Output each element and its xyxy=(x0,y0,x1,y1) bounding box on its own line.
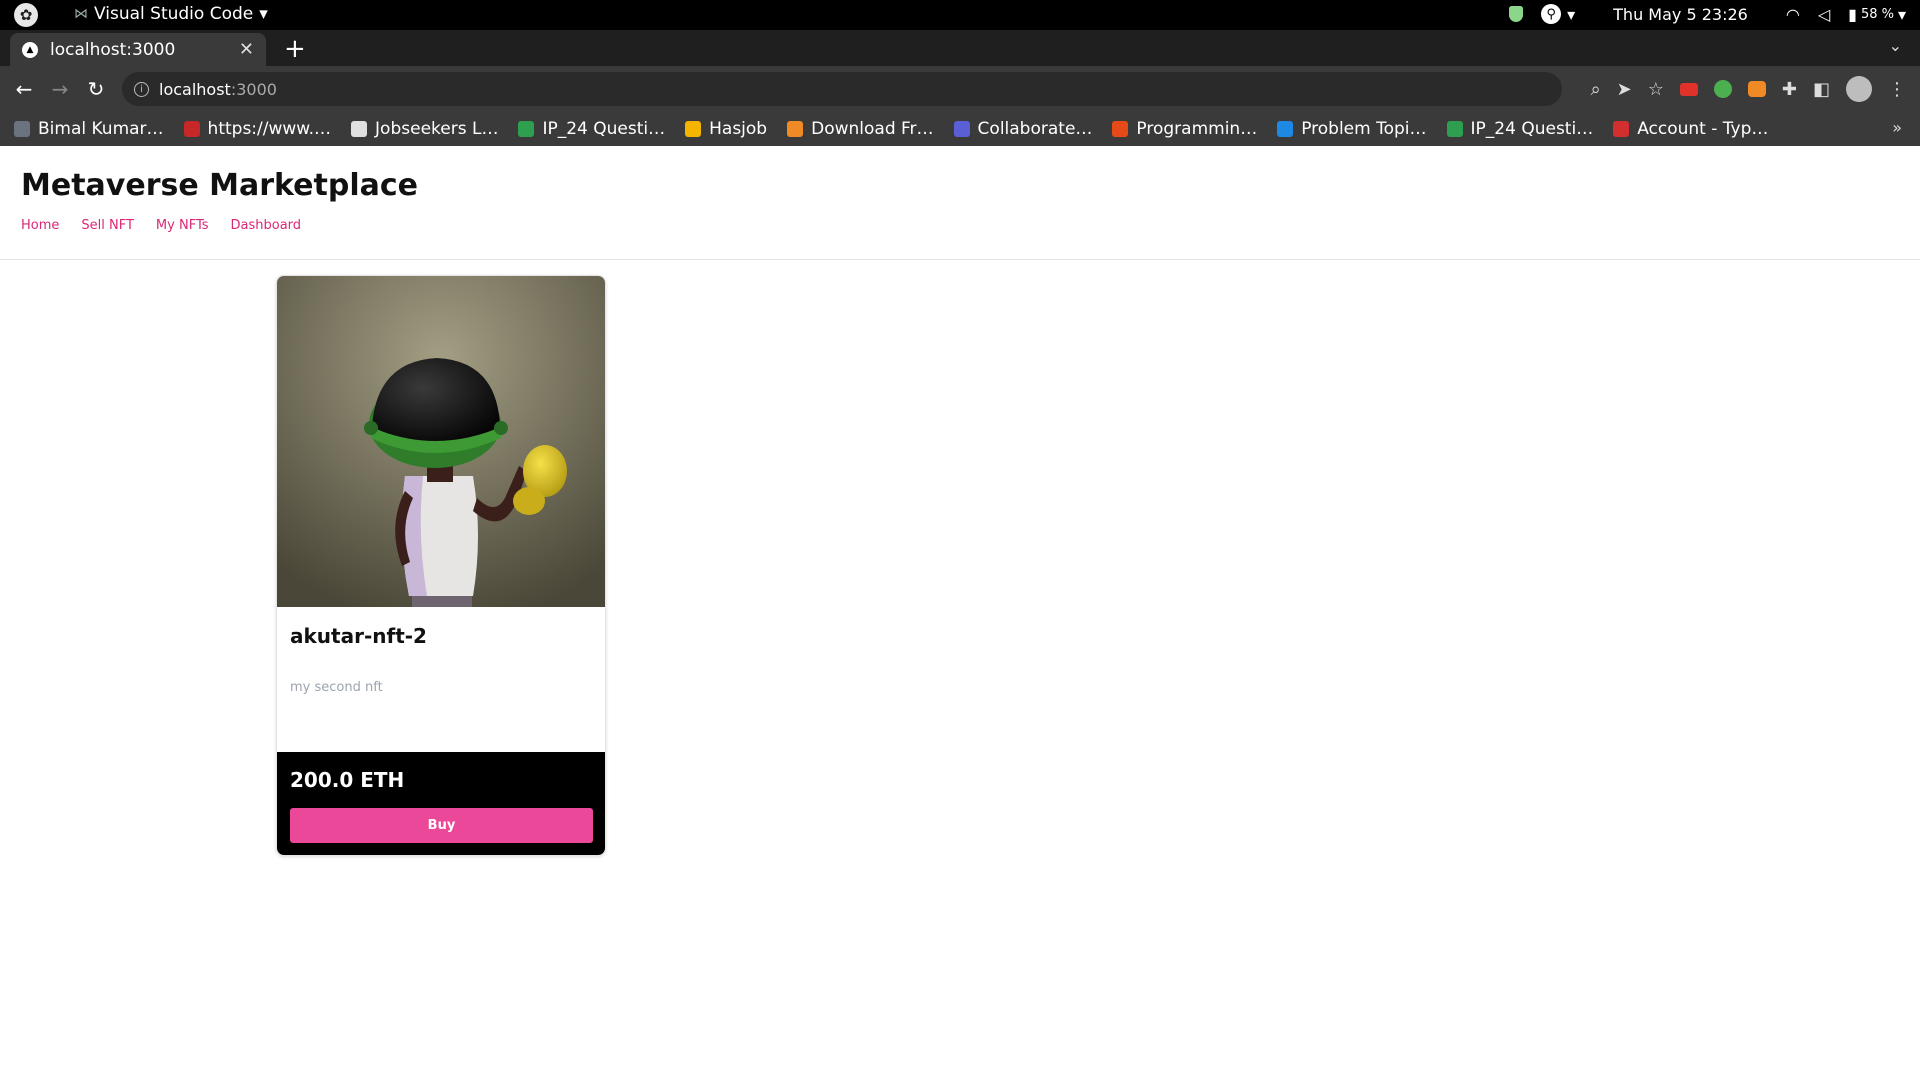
kebab-menu-icon[interactable]: ⋮ xyxy=(1888,79,1906,100)
nav-home[interactable]: Home xyxy=(21,218,59,233)
bookmark-item[interactable]: IP_24 Questi… xyxy=(1446,119,1594,139)
os-logo-icon[interactable]: ✿ xyxy=(14,3,38,27)
nft-name: akutar-nft-2 xyxy=(290,624,427,648)
bookmark-label: IP_24 Questi… xyxy=(1470,119,1594,139)
toolbar-actions: ⌕ ➤ ☆ ✚ ◧ ⋮ xyxy=(1591,76,1906,102)
zoom-icon[interactable]: ⌕ xyxy=(1591,79,1601,100)
tab-search-chevron-icon[interactable]: ⌄ xyxy=(1889,36,1902,55)
bookmark-item[interactable]: IP_24 Questi… xyxy=(518,119,665,139)
bookmark-item[interactable]: https://www.… xyxy=(183,119,332,139)
send-icon[interactable]: ➤ xyxy=(1617,79,1632,100)
info-icon[interactable]: i xyxy=(134,81,149,97)
os-clock[interactable]: Thu May 5 23:26 xyxy=(1613,5,1748,24)
bookmark-favicon-icon xyxy=(14,121,30,137)
puzzle-extensions-icon[interactable]: ✚ xyxy=(1782,79,1797,100)
buy-button[interactable]: Buy xyxy=(290,808,593,843)
bookmark-label: Problem Topi… xyxy=(1301,119,1427,139)
forward-arrow-icon[interactable]: → xyxy=(42,77,78,101)
bookmark-favicon-icon xyxy=(518,121,535,137)
bookmark-label: Hasjob xyxy=(709,119,768,139)
nft-card-body: akutar-nft-2 my second nft xyxy=(277,607,605,752)
url-host: localhost xyxy=(159,79,231,99)
bookmark-favicon-icon xyxy=(183,121,200,137)
bookmarks-bar: Bimal Kumar… https://www.… Jobseekers L… IP… xyxy=(0,112,1920,146)
tab-strip: ▲ localhost:3000 ✕ + ⌄ xyxy=(0,30,1920,66)
close-icon[interactable]: ✕ xyxy=(239,39,254,60)
accessibility-menu[interactable]: ⚲ ▾ xyxy=(1541,4,1575,24)
browser-toolbar: ← → ↻ i localhost:3000 ⌕ ➤ ☆ ✚ ◧ ⋮ xyxy=(0,66,1920,112)
site-header: Metaverse Marketplace Home Sell NFT My N… xyxy=(0,146,1920,260)
bookmark-favicon-icon xyxy=(1277,121,1294,137)
nft-description: my second nft xyxy=(290,680,383,695)
star-icon[interactable]: ☆ xyxy=(1648,79,1664,100)
bookmark-favicon-icon xyxy=(1112,121,1129,137)
address-bar[interactable]: i localhost:3000 xyxy=(122,72,1562,106)
bookmark-label: Bimal Kumar… xyxy=(38,119,164,139)
bookmark-favicon-icon xyxy=(351,121,368,137)
new-tab-icon[interactable]: + xyxy=(284,34,306,64)
bookmark-label: Programmin… xyxy=(1136,119,1258,139)
url-port: :3000 xyxy=(230,79,277,99)
chevron-down-icon: ▾ xyxy=(1567,4,1576,24)
accessibility-icon: ⚲ xyxy=(1541,4,1562,24)
youtube-extension-icon[interactable] xyxy=(1679,82,1698,96)
green-extension-icon[interactable] xyxy=(1713,80,1732,98)
back-arrow-icon[interactable]: ← xyxy=(6,77,42,101)
battery-icon: ▮ xyxy=(1848,4,1857,24)
bookmark-item[interactable]: Bimal Kumar… xyxy=(14,119,164,139)
battery-status[interactable]: ▮ 58 % ▾ xyxy=(1848,5,1906,24)
bookmark-label: Collaborate… xyxy=(977,119,1093,139)
bookmark-item[interactable]: Jobseekers L… xyxy=(351,119,498,139)
site-nav: Home Sell NFT My NFTs Dashboard xyxy=(21,218,301,233)
bookmark-label: IP_24 Questi… xyxy=(542,119,666,139)
bookmark-item[interactable]: Problem Topi… xyxy=(1277,119,1427,139)
bookmark-favicon-icon xyxy=(1446,121,1463,137)
nft-card: akutar-nft-2 my second nft 200.0 ETH Buy xyxy=(276,275,606,856)
nav-dashboard[interactable]: Dashboard xyxy=(231,218,302,233)
browser-tab[interactable]: ▲ localhost:3000 ✕ xyxy=(10,33,266,66)
bookmark-label: Jobseekers L… xyxy=(375,119,499,139)
tab-title: localhost:3000 xyxy=(50,39,176,60)
side-panel-icon[interactable]: ◧ xyxy=(1813,79,1830,100)
bookmark-label: https://www.… xyxy=(207,119,332,139)
battery-level: 58 % xyxy=(1860,6,1894,22)
bookmark-favicon-icon xyxy=(787,121,804,137)
bookmark-item[interactable]: Hasjob xyxy=(685,119,767,139)
chevron-down-icon: ▾ xyxy=(1897,4,1906,24)
bookmark-label: Download Fr… xyxy=(811,119,934,139)
os-status-area: ⚲ ▾ Thu May 5 23:26 ◠ ◁ ▮ 58 % ▾ xyxy=(1509,4,1906,24)
os-app-name: Visual Studio Code xyxy=(94,4,254,24)
bookmark-item[interactable]: Programmin… xyxy=(1112,119,1257,139)
nft-price: 200.0 ETH xyxy=(290,768,405,792)
bookmark-favicon-icon xyxy=(685,121,702,137)
bookmark-favicon-icon xyxy=(953,121,970,137)
bookmarks-overflow-icon[interactable]: » xyxy=(1892,118,1902,137)
bookmark-item[interactable]: Account - Typ… xyxy=(1613,119,1768,139)
nft-card-footer: 200.0 ETH Buy xyxy=(277,752,605,855)
chevron-down-icon: ▾ xyxy=(259,4,268,24)
volume-icon: ◁ xyxy=(1817,4,1831,24)
bookmark-item[interactable]: Download Fr… xyxy=(787,119,934,139)
bookmark-item[interactable]: Collaborate… xyxy=(953,119,1093,139)
bookmark-favicon-icon xyxy=(1613,121,1630,137)
shield-icon[interactable] xyxy=(1509,6,1524,22)
nav-my-nfts[interactable]: My NFTs xyxy=(156,218,209,233)
triangle-favicon-icon: ▲ xyxy=(22,41,38,58)
bookmark-label: Account - Typ… xyxy=(1637,119,1769,139)
site-title: Metaverse Marketplace xyxy=(21,168,418,203)
profile-avatar[interactable] xyxy=(1846,76,1872,102)
os-top-bar: ✿ ⋈ Visual Studio Code ▾ ⚲ ▾ Thu May 5 2… xyxy=(0,0,1920,30)
wifi-icon: ◠ xyxy=(1785,4,1800,24)
nft-image xyxy=(277,276,605,607)
vscode-icon: ⋈ xyxy=(74,6,88,22)
nav-sell-nft[interactable]: Sell NFT xyxy=(81,218,134,233)
reload-icon[interactable]: ↻ xyxy=(78,77,114,101)
web-page: Metaverse Marketplace Home Sell NFT My N… xyxy=(0,146,1920,1080)
metamask-extension-icon[interactable] xyxy=(1747,81,1766,97)
os-active-app[interactable]: ⋈ Visual Studio Code ▾ xyxy=(74,4,268,24)
